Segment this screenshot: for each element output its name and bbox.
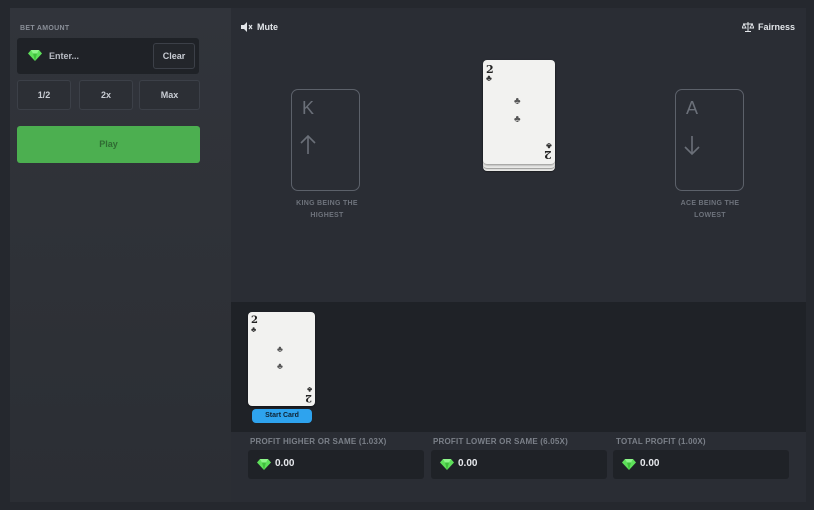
history-card: 2 ♣ ♣ ♣ ♣ 2 bbox=[248, 312, 315, 406]
profit-higher-label: PROFIT HIGHER OR SAME (1.03X) bbox=[250, 437, 387, 446]
gem-icon bbox=[440, 459, 454, 470]
arrow-down-icon bbox=[684, 136, 700, 156]
card-pip: ♣ bbox=[514, 114, 521, 125]
bet-amount-label: BET AMOUNT bbox=[20, 25, 70, 32]
fairness-button[interactable]: Fairness bbox=[741, 22, 795, 32]
total-profit-label: TOTAL PROFIT (1.00X) bbox=[616, 437, 706, 446]
total-profit-box: 0.00 bbox=[613, 450, 789, 479]
mute-toggle[interactable]: Mute bbox=[241, 22, 278, 32]
card-suit-top: ♣ bbox=[486, 73, 492, 83]
max-bet-button[interactable]: Max bbox=[139, 80, 200, 110]
lower-guide-caption: ACE BEING THE LOWEST bbox=[680, 200, 740, 219]
card-pip: ♣ bbox=[277, 361, 283, 371]
gem-icon bbox=[28, 50, 42, 61]
speaker-icon bbox=[241, 22, 253, 32]
gem-icon bbox=[622, 459, 636, 470]
bet-quick-buttons: 1/2 2x Max bbox=[17, 80, 200, 110]
card-rank-bottom: 2 bbox=[544, 148, 552, 161]
profit-lower-box: 0.00 bbox=[431, 450, 607, 479]
card-pip: ♣ bbox=[277, 344, 283, 354]
start-card-badge: Start Card bbox=[252, 409, 312, 423]
card-history bbox=[231, 302, 806, 432]
guide-king-letter: K bbox=[302, 98, 315, 118]
bet-amount-field: Clear bbox=[17, 38, 199, 74]
half-bet-button[interactable]: 1/2 bbox=[17, 80, 71, 110]
card-rank-bottom: 2 bbox=[305, 392, 312, 403]
double-bet-button[interactable]: 2x bbox=[79, 80, 133, 110]
gem-icon bbox=[257, 459, 271, 470]
profit-higher-value: 0.00 bbox=[275, 458, 295, 469]
current-card: 2 ♣ ♣ ♣ ♣ 2 bbox=[483, 60, 555, 164]
higher-guide-card[interactable]: K bbox=[291, 89, 360, 191]
arrow-up-icon bbox=[300, 134, 316, 154]
scale-icon bbox=[741, 22, 754, 32]
profit-higher-box: 0.00 bbox=[248, 450, 424, 479]
play-button[interactable]: Play bbox=[17, 126, 200, 163]
card-pip: ♣ bbox=[514, 96, 521, 107]
card-suit-top: ♣ bbox=[251, 325, 257, 334]
guide-ace-letter: A bbox=[686, 98, 699, 118]
profit-lower-label: PROFIT LOWER OR SAME (6.05X) bbox=[433, 437, 568, 446]
lower-guide-card[interactable]: A bbox=[675, 89, 744, 191]
clear-button[interactable]: Clear bbox=[153, 43, 195, 69]
fairness-label: Fairness bbox=[757, 22, 795, 32]
bet-amount-input[interactable] bbox=[49, 48, 139, 64]
higher-guide-caption: KING BEING THE HIGHEST bbox=[296, 200, 358, 219]
mute-label: Mute bbox=[257, 22, 278, 32]
profit-lower-value: 0.00 bbox=[458, 458, 478, 469]
card-deck: 2 ♣ ♣ ♣ ♣ 2 bbox=[482, 60, 556, 171]
total-profit-value: 0.00 bbox=[640, 458, 660, 469]
